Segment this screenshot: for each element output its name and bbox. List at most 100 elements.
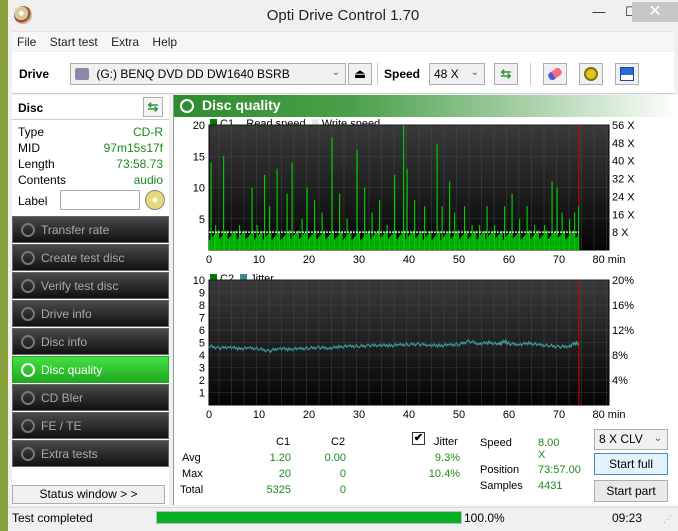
c1-bar	[431, 239, 433, 250]
c1-bar	[230, 236, 232, 250]
settings-button[interactable]	[579, 63, 603, 85]
eject-button[interactable]: ⏏	[348, 63, 372, 85]
c1-bar	[312, 233, 314, 250]
c1-bar	[524, 235, 526, 250]
c1-bar	[229, 237, 231, 250]
refresh-speed-button[interactable]: ⇆	[494, 63, 518, 85]
y2-tick-label: 40 X	[612, 156, 635, 168]
c1-bar	[265, 236, 267, 250]
c1-peak-bar	[291, 162, 293, 250]
nav-transfer-rate[interactable]: Transfer rate	[12, 216, 169, 243]
y-tick-label: 3	[199, 363, 205, 375]
nav-cd-bler[interactable]: CD Bler	[12, 384, 169, 411]
c1-bar	[565, 239, 567, 250]
c1-bar	[342, 239, 344, 250]
c1-bar	[470, 236, 472, 250]
c1-bar	[274, 236, 276, 250]
c1-bar	[335, 237, 337, 250]
nav-drive-info[interactable]: Drive info	[12, 300, 169, 327]
c1-bar	[487, 236, 489, 250]
disc-label-button[interactable]	[145, 190, 165, 210]
c1-bar	[292, 235, 294, 250]
disc-contents-label: Contents	[18, 173, 67, 187]
c1-peak-bar	[386, 225, 388, 250]
nav-verify-test-disc[interactable]: Verify test disc	[12, 272, 169, 299]
c1-bar	[297, 230, 299, 250]
c1-peak-bar	[231, 231, 233, 250]
c1-bar	[284, 235, 286, 250]
c1-bar	[359, 231, 361, 250]
c1-bar	[340, 232, 342, 250]
max-jitter: 10.4%	[428, 468, 460, 480]
c1-bar	[252, 230, 254, 250]
c1-bar	[532, 235, 534, 250]
c1-bar	[357, 232, 359, 250]
c1-bar	[332, 230, 334, 250]
c1-bar	[499, 233, 501, 250]
c1-bar	[440, 239, 442, 250]
disc-quality-panel: Disc quality C1 Read speed Write speed 5…	[173, 95, 678, 505]
x-tick-label: 60	[503, 409, 515, 421]
nav-fe-te[interactable]: FE / TE	[12, 412, 169, 439]
c1-bar	[566, 237, 568, 250]
disc-contents-row: Contents audio	[18, 173, 163, 189]
c1-bar	[390, 236, 392, 250]
c1-bar	[219, 238, 221, 250]
nav-extra-tests[interactable]: Extra tests	[12, 440, 169, 467]
x-tick-label: 20	[303, 254, 315, 266]
close-button[interactable]: ✕	[632, 2, 678, 22]
c1-bar	[260, 232, 262, 250]
minimize-button[interactable]: —	[582, 2, 616, 22]
c1-bar	[480, 234, 482, 250]
disc-label-input[interactable]	[60, 190, 140, 210]
c1-bar	[416, 236, 418, 250]
c1-peak-bar	[403, 125, 405, 250]
fe-te-icon	[21, 419, 35, 433]
c1-peak-bar	[215, 225, 217, 250]
menu-extra[interactable]: Extra	[106, 32, 144, 49]
save-button[interactable]	[615, 63, 639, 85]
jitter-checkbox[interactable]: ✔	[412, 432, 425, 445]
y-tick-label: 20	[193, 120, 205, 132]
disc-refresh-button[interactable]: ⇆	[143, 97, 163, 117]
c1-bar	[289, 230, 291, 250]
nav-disc-info[interactable]: Disc info	[12, 328, 169, 355]
c1-bar	[366, 232, 368, 250]
col-c1: C1	[276, 436, 291, 448]
status-window-button[interactable]: Status window > >	[12, 485, 165, 504]
resize-grip-icon[interactable]: ⋰	[663, 514, 672, 525]
c1-bar	[272, 238, 274, 250]
nav-create-test-disc[interactable]: Create test disc	[12, 244, 169, 271]
menu-help[interactable]: Help	[147, 32, 182, 49]
y2-tick-label: 4%	[612, 375, 628, 387]
drive-select[interactable]: (G:) BENQ DVD DD DW1640 BSRB ⌄	[70, 63, 346, 85]
c1-bar	[562, 232, 564, 250]
c1-bar	[299, 238, 301, 250]
c1-bar	[492, 230, 494, 250]
nav-disc-quality[interactable]: Disc quality	[12, 356, 169, 383]
nav-label: Disc quality	[41, 363, 103, 377]
y-tick-label: 5	[199, 214, 205, 226]
total-c2: 0	[339, 484, 346, 496]
menu-file[interactable]: File	[12, 32, 41, 49]
chevron-down-icon: ⌄	[331, 67, 340, 78]
test-speed-select[interactable]: 8 X CLV ⌄	[594, 429, 668, 450]
start-part-button[interactable]: Start part	[594, 480, 668, 502]
menu-start-test[interactable]: Start test	[45, 32, 103, 49]
c1-bar	[307, 238, 309, 250]
start-full-button[interactable]: Start full	[594, 453, 668, 475]
speed-select[interactable]: 48 X ⌄	[429, 63, 485, 85]
c1-peak-bar	[436, 143, 438, 250]
c1-bar	[472, 233, 474, 250]
c1-bar	[370, 238, 372, 250]
c1-bar	[509, 232, 511, 250]
erase-button[interactable]	[543, 63, 567, 85]
c1-bar	[409, 235, 411, 250]
c1-bar	[549, 237, 551, 250]
c1-bar	[497, 235, 499, 250]
c1-bar	[407, 236, 409, 250]
c1-bar	[227, 238, 229, 250]
c1-bar	[352, 238, 354, 250]
y2-tick-label: 24 X	[612, 191, 635, 203]
toolbar: Drive (G:) BENQ DVD DD DW1640 BSRB ⌄ ⏏ S…	[12, 52, 674, 94]
